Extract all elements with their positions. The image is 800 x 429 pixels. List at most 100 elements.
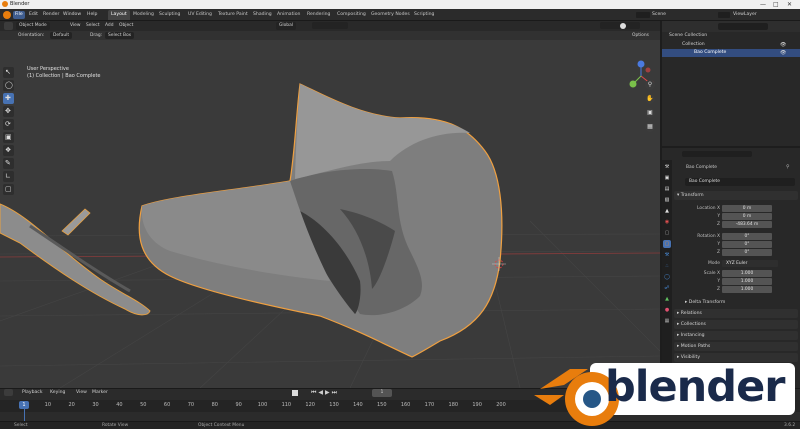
tab-compositing[interactable]: Compositing xyxy=(334,10,369,20)
menu-object[interactable]: Object xyxy=(117,22,135,30)
menu-timeline-view[interactable]: View xyxy=(76,389,87,397)
menu-window[interactable]: Window xyxy=(61,11,83,19)
current-frame-field[interactable]: 1 xyxy=(372,389,392,397)
menu-view[interactable]: View xyxy=(68,22,82,30)
tab-shading[interactable]: Shading xyxy=(250,10,275,20)
editor-type-icon[interactable] xyxy=(4,22,13,30)
tab-modeling[interactable]: Modeling xyxy=(130,10,157,20)
outliner-scene-collection[interactable]: Scene Collection xyxy=(662,32,800,40)
drag-selector[interactable]: Select Box xyxy=(105,32,135,39)
relations-panel[interactable]: ▸ Relations xyxy=(674,309,798,318)
scale-tool-icon[interactable]: ▣ xyxy=(3,132,14,143)
view-layer-selector[interactable]: ViewLayer xyxy=(731,11,759,19)
solid-shading-icon[interactable] xyxy=(620,23,626,29)
render-tab-icon[interactable]: ▣ xyxy=(663,174,671,182)
output-tab-icon[interactable]: ▤ xyxy=(663,185,671,193)
tab-rendering[interactable]: Rendering xyxy=(304,10,333,20)
menu-file[interactable]: File xyxy=(13,11,25,19)
menu-add[interactable]: Add xyxy=(103,22,116,30)
outliner-search-input[interactable] xyxy=(718,23,768,30)
menu-marker[interactable]: Marker xyxy=(92,389,108,397)
timeline-editor-icon[interactable] xyxy=(4,389,13,396)
tab-uv-editing[interactable]: UV Editing xyxy=(185,10,215,20)
rotation-mode-selector[interactable]: XYZ Euler xyxy=(722,260,778,267)
scale-y-field[interactable]: 1.000 xyxy=(722,278,772,285)
object-bao-complete[interactable] xyxy=(138,83,503,358)
world-tab-icon[interactable]: ◉ xyxy=(663,218,671,226)
properties-search-input[interactable] xyxy=(682,151,752,157)
view-layer-icon[interactable] xyxy=(718,12,730,18)
add-cube-tool-icon[interactable]: ▢ xyxy=(3,184,14,195)
playback-controls-icon[interactable]: ⏮◀▶⏭ xyxy=(311,389,359,397)
menu-render[interactable]: Render xyxy=(41,11,61,19)
constraints-tab-icon[interactable]: ☍ xyxy=(663,284,671,292)
scene-tab-icon[interactable]: ▲ xyxy=(663,207,671,215)
object-name-field[interactable]: Bao Complete xyxy=(685,178,795,186)
blender-menu-icon[interactable] xyxy=(3,11,11,19)
object-tube[interactable] xyxy=(0,203,151,316)
snapping-controls[interactable] xyxy=(312,22,348,29)
close-icon[interactable]: ✕ xyxy=(787,1,792,8)
grid-toggle-icon[interactable]: ▦ xyxy=(645,122,655,132)
select-box-tool-icon[interactable]: ◯ xyxy=(3,80,14,91)
tab-sculpting[interactable]: Sculpting xyxy=(156,10,183,20)
3d-viewport[interactable]: User Perspective (1) Collection | Bao Co… xyxy=(0,21,660,388)
camera-view-icon[interactable]: ▣ xyxy=(645,108,655,118)
object-tab-icon[interactable]: ▢ xyxy=(663,240,671,248)
location-y-field[interactable]: 0 m xyxy=(722,213,772,220)
texture-tab-icon[interactable]: ▦ xyxy=(663,317,671,325)
modifier-tab-icon[interactable]: ⚒ xyxy=(663,251,671,259)
collections-panel[interactable]: ▸ Collections xyxy=(674,320,798,329)
minimize-icon[interactable]: — xyxy=(760,1,766,8)
location-x-field[interactable]: 0 m xyxy=(722,205,772,212)
location-z-field[interactable]: -483.64 m xyxy=(722,221,772,228)
measure-tool-icon[interactable]: ∟ xyxy=(3,171,14,182)
scale-z-field[interactable]: 1.000 xyxy=(722,286,772,293)
material-tab-icon[interactable]: ● xyxy=(663,306,671,314)
tab-texture-paint[interactable]: Texture Paint xyxy=(215,10,251,20)
instancing-panel[interactable]: ▸ Instancing xyxy=(674,331,798,340)
visibility-eye-icon[interactable]: 👁 xyxy=(780,50,786,56)
transform-orientation-selector[interactable]: Global xyxy=(276,22,297,30)
tool-tab-icon[interactable]: ⚒ xyxy=(663,163,671,171)
physics-tab-icon[interactable]: ◯ xyxy=(663,273,671,281)
options-button[interactable]: Options xyxy=(630,32,651,39)
menu-keying[interactable]: Keying xyxy=(50,389,65,397)
rotation-z-field[interactable]: 0° xyxy=(722,249,772,256)
visibility-eye-icon[interactable]: 👁 xyxy=(780,42,786,48)
tab-geometry-nodes[interactable]: Geometry Nodes xyxy=(368,10,413,20)
move-tool-icon[interactable]: ✥ xyxy=(3,106,14,117)
rotation-x-field[interactable]: 0° xyxy=(722,233,772,240)
pin-icon[interactable]: ⚲ xyxy=(786,164,790,170)
tab-animation[interactable]: Animation xyxy=(274,10,303,20)
scene-selector[interactable]: Scene xyxy=(650,11,668,19)
scale-x-field[interactable]: 1.000 xyxy=(722,270,772,277)
mode-selector[interactable]: Object Mode xyxy=(16,22,50,30)
tab-layout[interactable]: Layout xyxy=(108,10,130,20)
transform-panel-header[interactable]: ▾ Transform xyxy=(674,191,798,200)
pan-hand-icon[interactable]: ✋ xyxy=(645,94,655,104)
tweak-tool-icon[interactable]: ↖ xyxy=(3,67,14,78)
view-layer-tab-icon[interactable]: ▧ xyxy=(663,196,671,204)
rotate-tool-icon[interactable]: ⟳ xyxy=(3,119,14,130)
cursor-tool-icon[interactable]: ✚ xyxy=(3,93,14,104)
scene-icon[interactable] xyxy=(636,12,650,18)
delta-transform-panel[interactable]: ▸ Delta Transform xyxy=(682,298,798,307)
menu-playback[interactable]: Playback xyxy=(22,389,43,397)
rotation-y-field[interactable]: 0° xyxy=(722,241,772,248)
transform-tool-icon[interactable]: ❖ xyxy=(3,145,14,156)
menu-help[interactable]: Help xyxy=(85,11,99,19)
menu-select[interactable]: Select xyxy=(84,22,102,30)
annotate-tool-icon[interactable]: ✎ xyxy=(3,158,14,169)
record-icon[interactable] xyxy=(292,390,298,396)
menu-edit[interactable]: Edit xyxy=(27,11,40,19)
tab-scripting[interactable]: Scripting xyxy=(411,10,437,20)
data-tab-icon[interactable]: ▲ xyxy=(663,295,671,303)
zoom-icon[interactable]: ⚲ xyxy=(645,80,655,90)
orientation-selector[interactable]: Default xyxy=(50,32,73,39)
collection-tab-icon[interactable]: ▢ xyxy=(663,229,671,237)
maximize-icon[interactable]: □ xyxy=(773,1,779,8)
playhead[interactable] xyxy=(24,409,25,421)
particles-tab-icon[interactable]: ∴ xyxy=(663,262,671,270)
current-frame-indicator[interactable]: 1 xyxy=(19,401,29,409)
